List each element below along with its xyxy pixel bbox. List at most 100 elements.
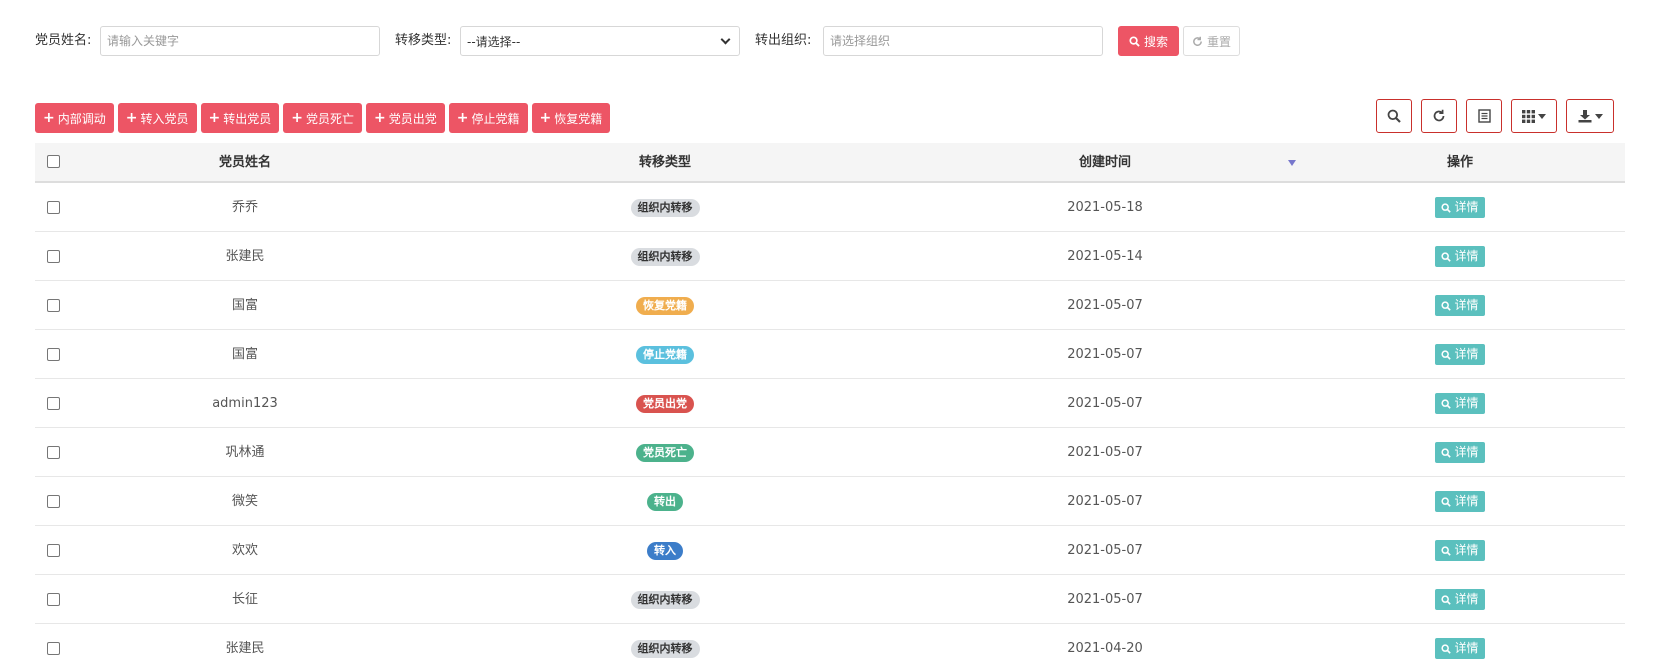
- created-date: 2021-05-07: [1067, 396, 1143, 411]
- row-checkbox[interactable]: [47, 593, 60, 606]
- member-name: 张建民: [225, 641, 265, 656]
- detail-button[interactable]: 详情: [1435, 197, 1485, 218]
- table-row: 乔乔 组织内转移 2021-05-18 详情: [35, 183, 1625, 232]
- table-row: 微笑 转出 2021-05-07 详情: [35, 477, 1625, 526]
- plus-icon: +: [374, 110, 386, 126]
- row-checkbox[interactable]: [47, 348, 60, 361]
- action-cell: 详情: [1295, 330, 1625, 379]
- org-input[interactable]: [823, 26, 1103, 56]
- toggle-search-button[interactable]: [1376, 99, 1412, 133]
- column-header-created[interactable]: 创建时间: [915, 143, 1295, 183]
- created-date: 2021-05-07: [1067, 543, 1143, 558]
- export-button[interactable]: [1566, 99, 1614, 133]
- table-body: 乔乔 组织内转移 2021-05-18 详情 张建民 组织内转移 2021-05…: [35, 183, 1625, 671]
- detail-button[interactable]: 详情: [1435, 589, 1485, 610]
- internal-transfer-button[interactable]: + 内部调动: [35, 103, 114, 133]
- action-cell: 详情: [1295, 379, 1625, 428]
- detail-button-label: 详情: [1454, 347, 1479, 361]
- table-row: admin123 党员出党 2021-05-07 详情: [35, 379, 1625, 428]
- row-checkbox[interactable]: [47, 495, 60, 508]
- column-header-action: 操作: [1446, 155, 1473, 170]
- row-checkbox[interactable]: [47, 250, 60, 263]
- transfer-type-badge: 党员死亡: [636, 443, 694, 462]
- table-row: 张建民 组织内转移 2021-04-20 详情: [35, 624, 1625, 671]
- chevron-down-icon: [720, 34, 731, 44]
- search-icon: [1387, 109, 1401, 123]
- table-row: 张建民 组织内转移 2021-05-14 详情: [35, 232, 1625, 281]
- detail-button[interactable]: 详情: [1435, 344, 1485, 365]
- detail-button[interactable]: 详情: [1435, 295, 1485, 316]
- member-name: 长征: [231, 592, 258, 607]
- detail-button-label: 详情: [1454, 298, 1479, 312]
- detail-button-label: 详情: [1454, 641, 1479, 655]
- created-date: 2021-04-20: [1067, 641, 1143, 656]
- action-cell: 详情: [1295, 575, 1625, 624]
- detail-button-label: 详情: [1454, 396, 1479, 410]
- row-checkbox[interactable]: [47, 299, 60, 312]
- refresh-button[interactable]: [1421, 99, 1457, 133]
- row-checkbox[interactable]: [47, 201, 60, 214]
- action-cell: 详情: [1295, 624, 1625, 671]
- transfer-type: 恢复党籍: [415, 281, 915, 330]
- search-button[interactable]: 搜索: [1118, 26, 1180, 56]
- detail-button[interactable]: 详情: [1435, 442, 1485, 463]
- reset-button-label: 重置: [1207, 34, 1232, 49]
- restore-membership-button[interactable]: + 恢复党籍: [531, 103, 611, 133]
- plus-icon: +: [43, 110, 55, 126]
- type-select-value: --请选择--: [467, 34, 521, 49]
- columns-button[interactable]: [1511, 99, 1557, 133]
- transfer-type: 停止党籍: [415, 330, 915, 379]
- detail-button[interactable]: 详情: [1435, 638, 1485, 659]
- reset-button[interactable]: 重置: [1183, 26, 1241, 56]
- refresh-icon: [1433, 109, 1445, 122]
- search-bar: 党员姓名: 转移类型: --请选择-- 转出组织: 搜索 重置: [35, 26, 1635, 56]
- table-tools: [1376, 99, 1616, 133]
- detail-button-label: 详情: [1454, 543, 1479, 557]
- transfer-type: 党员死亡: [415, 428, 915, 477]
- transfer-type: 组织内转移: [415, 183, 915, 232]
- table-row: 欢欢 转入 2021-05-07 详情: [35, 526, 1625, 575]
- search-icon: [1441, 251, 1452, 262]
- created-date: 2021-05-07: [1067, 494, 1143, 509]
- detail-button[interactable]: 详情: [1435, 540, 1485, 561]
- toggle-view-button[interactable]: [1466, 99, 1502, 133]
- transfer-type: 党员出党: [415, 379, 915, 428]
- table-row: 长征 组织内转移 2021-05-07 详情: [35, 575, 1625, 624]
- transfer-type-badge: 转出: [647, 492, 683, 511]
- table-row: 巩林通 党员死亡 2021-05-07 详情: [35, 428, 1625, 477]
- row-checkbox[interactable]: [47, 446, 60, 459]
- type-select[interactable]: --请选择--: [460, 26, 740, 56]
- action-cell: 详情: [1295, 183, 1625, 232]
- search-icon: [1441, 643, 1452, 654]
- plus-icon: +: [208, 110, 221, 126]
- member-transfer-table: 党员姓名 转移类型 创建时间 操作 乔乔 组织内转移 2021-05-18 详情…: [35, 143, 1625, 671]
- search-button-label: 搜索: [1144, 34, 1169, 49]
- member-name: 欢欢: [231, 543, 258, 558]
- column-header-name[interactable]: 党员姓名: [75, 143, 415, 183]
- transfer-type-badge: 组织内转移: [630, 247, 700, 266]
- detail-button[interactable]: 详情: [1435, 491, 1485, 512]
- member-exit-button[interactable]: + 党员出党: [366, 103, 445, 133]
- row-checkbox[interactable]: [47, 544, 60, 557]
- search-icon: [1441, 594, 1452, 605]
- member-death-button[interactable]: + 党员死亡: [283, 103, 362, 133]
- column-header-type[interactable]: 转移类型: [415, 143, 915, 183]
- created-date: 2021-05-18: [1067, 200, 1143, 215]
- suspend-membership-button[interactable]: + 停止党籍: [448, 103, 528, 133]
- created-date: 2021-05-07: [1067, 445, 1143, 460]
- plus-icon: +: [539, 110, 552, 126]
- transfer-out-button[interactable]: + 转出党员: [200, 103, 280, 133]
- row-checkbox[interactable]: [47, 397, 60, 410]
- search-icon: [1441, 447, 1452, 458]
- transfer-in-button[interactable]: + 转入党员: [117, 103, 197, 133]
- name-input[interactable]: [100, 26, 380, 56]
- download-icon: [1578, 110, 1591, 123]
- detail-button[interactable]: 详情: [1435, 246, 1485, 267]
- select-all-checkbox[interactable]: [47, 155, 60, 168]
- detail-button-label: 详情: [1454, 592, 1479, 606]
- action-cell: 详情: [1295, 428, 1625, 477]
- transfer-type: 转出: [415, 477, 915, 526]
- detail-button[interactable]: 详情: [1435, 393, 1485, 414]
- row-checkbox[interactable]: [47, 642, 60, 655]
- created-date: 2021-05-14: [1067, 249, 1143, 264]
